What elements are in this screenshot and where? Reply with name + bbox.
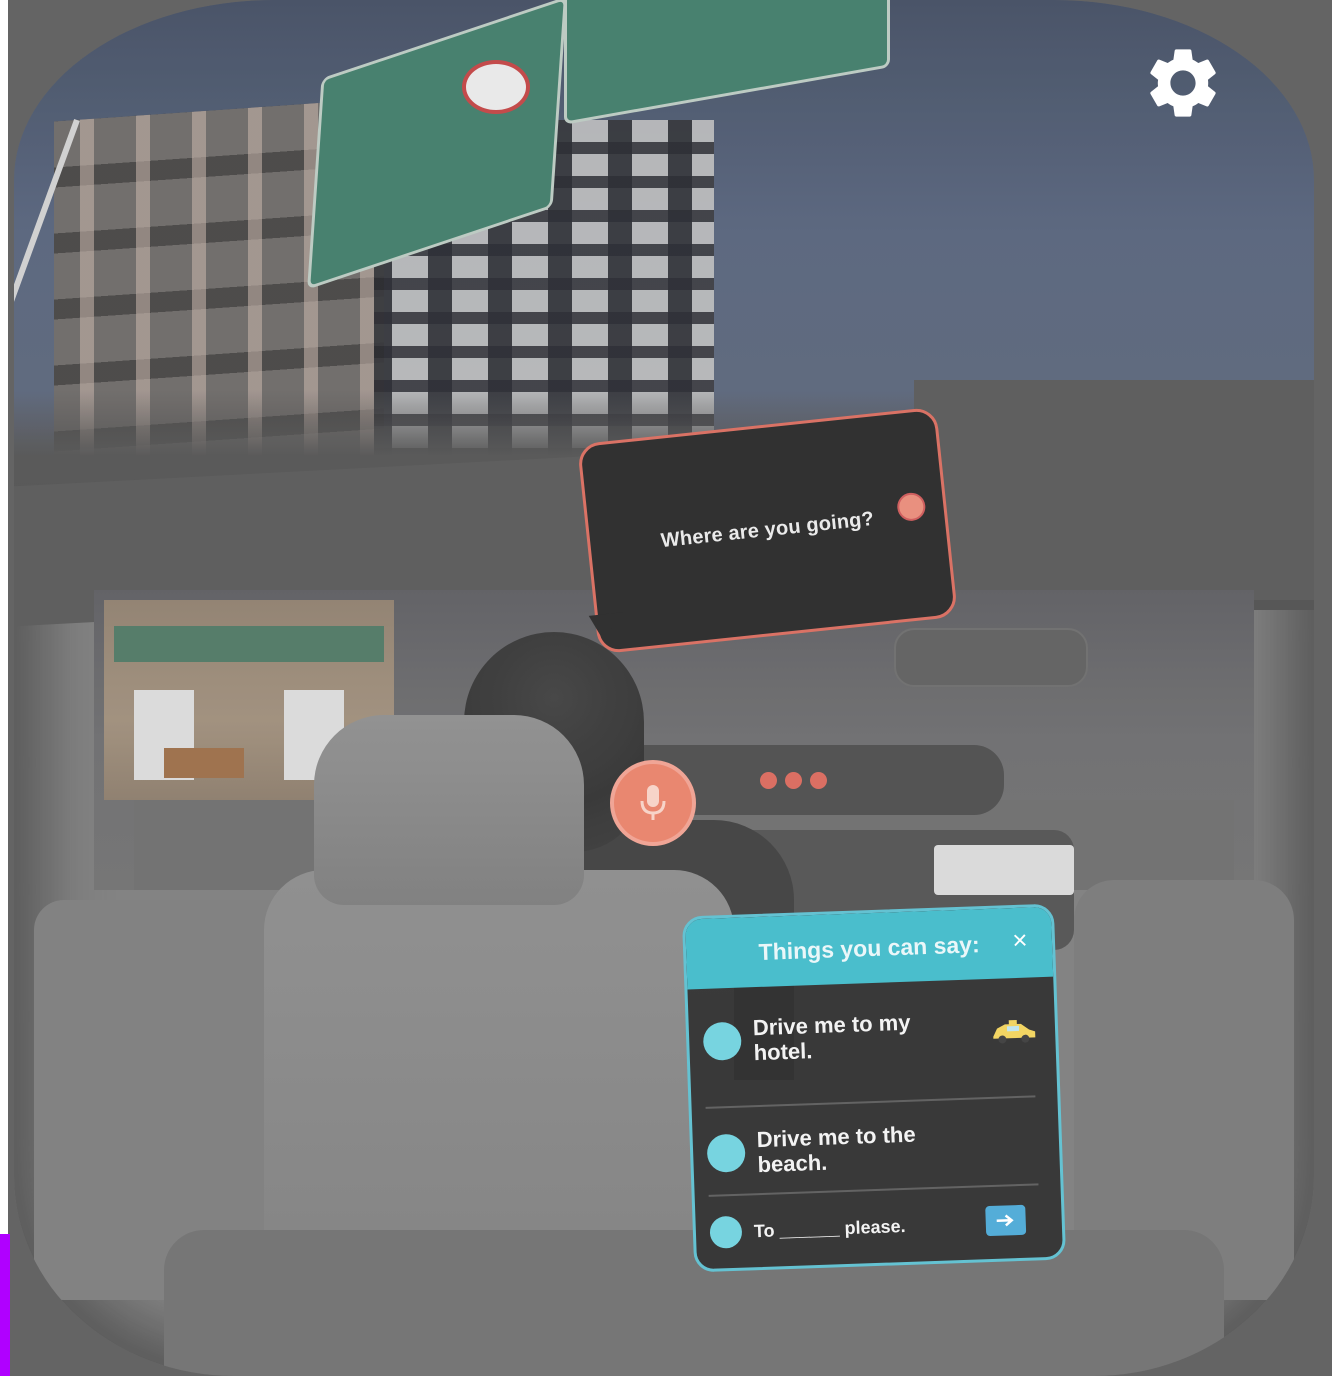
suggestions-title: Things you can say: <box>758 930 981 965</box>
dashboard-screen <box>934 845 1074 895</box>
gear-icon <box>1150 49 1216 117</box>
vr-frame: Where are you going? Things you can say:… <box>0 0 1332 1376</box>
microphone-icon <box>636 783 670 823</box>
indicator-dot <box>785 772 802 789</box>
microphone-button[interactable] <box>610 760 696 846</box>
road-sign-round <box>462 60 530 114</box>
vr-viewport <box>14 0 1314 1376</box>
driver-speech-bubble: Where are you going? <box>576 406 959 655</box>
speech-indicator-dot <box>895 491 927 523</box>
settings-button[interactable] <box>1140 40 1226 126</box>
close-icon[interactable]: × <box>1001 921 1038 958</box>
store-awning <box>114 626 384 662</box>
phrase-text: Drive me to the beach. <box>756 1121 917 1178</box>
left-edge-strip <box>0 0 8 1376</box>
send-icon <box>996 1214 1014 1227</box>
street-bench <box>164 748 244 778</box>
phrase-text: To ______ please. <box>753 1215 906 1241</box>
indicator-dot <box>810 772 827 789</box>
taxi-icon <box>989 1017 1038 1045</box>
phrase-bullet <box>706 1133 746 1174</box>
phrase-bullet <box>709 1215 743 1249</box>
edge-accent <box>0 1234 10 1376</box>
suggestions-header: Things you can say: × <box>685 906 1054 990</box>
headrest <box>314 715 584 905</box>
phrase-item[interactable]: Drive me to my hotel. <box>702 1005 1034 1067</box>
rearview-mirror <box>894 628 1088 687</box>
indicator-dot <box>760 772 777 789</box>
listening-indicator <box>760 772 827 789</box>
phrase-bullet <box>702 1021 742 1062</box>
phrase-item[interactable]: Drive me to the beach. <box>706 1117 1038 1179</box>
send-button[interactable] <box>985 1204 1027 1237</box>
suggestions-panel: Things you can say: × Drive me to my hot… <box>681 903 1067 1273</box>
phrase-divider <box>708 1183 1039 1197</box>
phrase-divider <box>705 1095 1036 1109</box>
car-roof-right <box>914 380 1314 600</box>
phrase-text: Drive me to my hotel. <box>752 1009 911 1066</box>
speech-bubble-text: Where are you going? <box>659 507 876 553</box>
speech-bubble-tail <box>588 612 626 642</box>
